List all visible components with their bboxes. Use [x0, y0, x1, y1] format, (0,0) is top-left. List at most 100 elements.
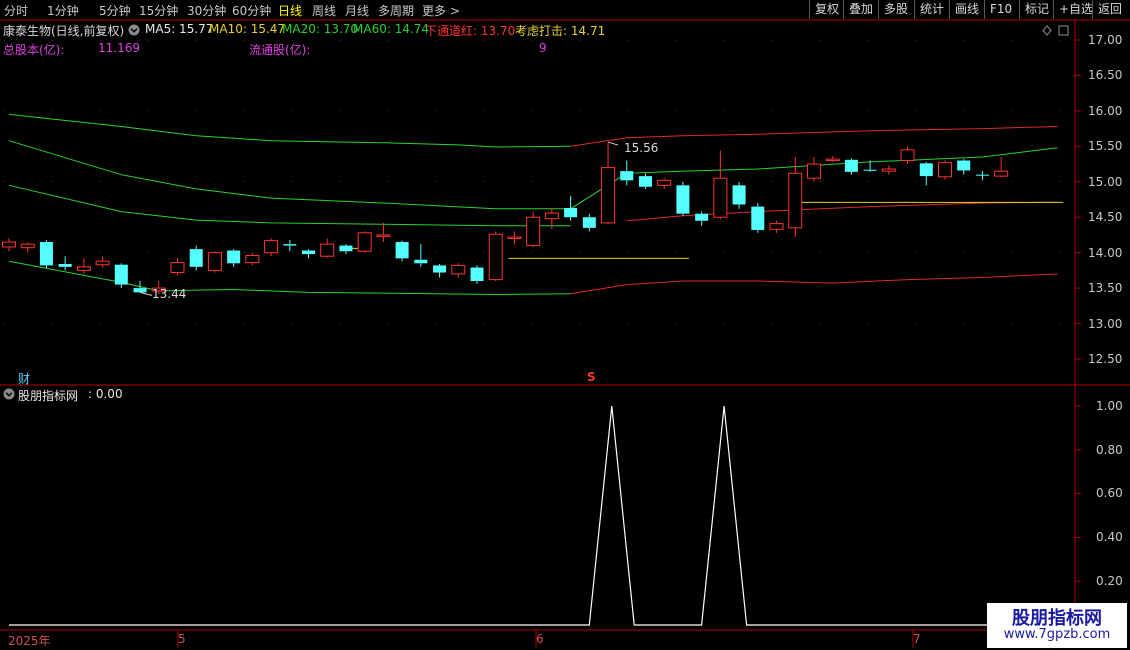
- grid-dot: [676, 181, 677, 182]
- grid-dot: [484, 110, 485, 111]
- grid-dot: [1012, 40, 1013, 41]
- chart-frame: [0, 19, 1130, 648]
- grid-dot: [532, 40, 533, 41]
- candle-up: [713, 177, 728, 218]
- indicator-name: 股朋指标网: [18, 389, 79, 403]
- upper_outer-green: [8, 113, 571, 148]
- grid-dot: [772, 323, 773, 324]
- grid-dot: [100, 181, 101, 182]
- grid-dot: [292, 252, 293, 253]
- indicator-line: [9, 405, 1058, 626]
- grid-dot: [1012, 323, 1013, 324]
- sell-marker[interactable]: S: [587, 370, 596, 384]
- grid-dot: [676, 40, 677, 41]
- candle-down: [844, 159, 858, 172]
- candle-up: [825, 158, 840, 162]
- grid-dot: [820, 323, 821, 324]
- grid-dot: [868, 252, 869, 253]
- price-tick: 17.00: [1088, 33, 1123, 47]
- grid-dot: [484, 40, 485, 41]
- candle-up: [2, 241, 16, 248]
- grid-dot: [532, 181, 533, 182]
- date-label: 2025年: [8, 634, 51, 648]
- grid-dot: [100, 110, 101, 111]
- watermark-url: www.7gpzb.com: [1003, 627, 1111, 642]
- candle-down: [227, 250, 241, 264]
- grid-dot: [196, 110, 197, 111]
- candle-down: [433, 265, 447, 273]
- grid-dot: [628, 40, 629, 41]
- grid-dot: [196, 181, 197, 182]
- grid-dot: [148, 323, 149, 324]
- grid-dot: [436, 40, 437, 41]
- indicator-tick: 0.20: [1096, 574, 1123, 588]
- watermark: 股朋指标网 www.7gpzb.com: [987, 603, 1127, 648]
- candle-up: [245, 255, 260, 264]
- candle-up: [376, 234, 391, 237]
- date-label: 6: [536, 632, 544, 646]
- candle-up: [357, 232, 372, 252]
- grid-dot: [196, 323, 197, 324]
- indicator-tick: 0.80: [1096, 443, 1123, 457]
- candle-down: [283, 244, 297, 246]
- price-tick: 16.00: [1088, 104, 1123, 118]
- candle-down: [339, 245, 353, 252]
- grid-dot: [100, 252, 101, 253]
- candle-up: [601, 167, 616, 224]
- indicator-tick: 1.00: [1096, 399, 1123, 413]
- indicator-tick: 0.60: [1096, 486, 1123, 500]
- grid-dot: [244, 323, 245, 324]
- candle-up: [488, 233, 503, 281]
- candles: [2, 141, 1009, 296]
- low-pointer: [139, 291, 153, 296]
- candle-down: [58, 264, 72, 267]
- channel-bands: [8, 113, 1058, 296]
- grid-dot: [724, 252, 725, 253]
- grid-dot: [436, 110, 437, 111]
- candle-up: [881, 168, 896, 172]
- lower_inner-green: [8, 260, 571, 296]
- grid-dot: [52, 40, 53, 41]
- grid-dot: [100, 40, 101, 41]
- grid-dot: [484, 323, 485, 324]
- upper-inner-band: [8, 140, 1058, 210]
- grid-dot: [148, 40, 149, 41]
- chevron-down-icon[interactable]: [3, 388, 15, 400]
- finance-marker[interactable]: 财: [18, 370, 30, 387]
- grid-dot: [916, 252, 917, 253]
- grid-dot: [676, 110, 677, 111]
- grid-dot: [340, 110, 341, 111]
- grid-dot: [964, 252, 965, 253]
- grid-dot: [580, 110, 581, 111]
- grid-dot: [148, 181, 149, 182]
- grid-dot: [532, 252, 533, 253]
- grid-dot: [148, 252, 149, 253]
- candle-down: [582, 217, 596, 228]
- grid-dot: [436, 252, 437, 253]
- grid-dot: [820, 40, 821, 41]
- kline-chart[interactable]: [0, 0, 1130, 650]
- grid-dot: [820, 110, 821, 111]
- grid-dot: [724, 110, 725, 111]
- grid-dot: [4, 40, 5, 41]
- grid-dot: [52, 110, 53, 111]
- grid-dot: [244, 40, 245, 41]
- middle-green: [8, 184, 571, 227]
- grid-dot: [1012, 181, 1013, 182]
- grid-dot: [772, 40, 773, 41]
- candle-down: [470, 267, 484, 282]
- candle-up: [788, 172, 803, 229]
- grid-dot: [292, 181, 293, 182]
- candle-down: [114, 264, 128, 285]
- grid-dot: [1060, 323, 1061, 324]
- candle-up: [900, 149, 915, 162]
- candle-down: [414, 259, 428, 264]
- grid-dot: [532, 110, 533, 111]
- price-tick: 13.50: [1088, 281, 1123, 295]
- grid-dot: [1012, 252, 1013, 253]
- grid-dot: [1060, 40, 1061, 41]
- grid-dot: [772, 252, 773, 253]
- grid-dot: [628, 110, 629, 111]
- candle-up: [507, 236, 522, 239]
- grid-dot: [868, 40, 869, 41]
